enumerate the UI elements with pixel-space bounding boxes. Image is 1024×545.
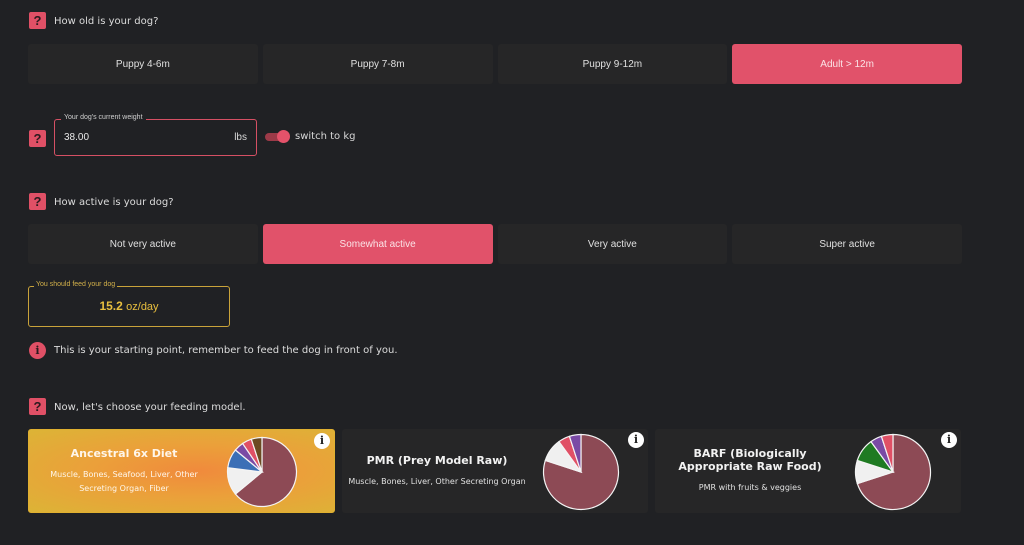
- age-option-puppy-7-8m[interactable]: Puppy 7-8m: [262, 44, 493, 84]
- model-card-barf[interactable]: BARF (Biologically Appropriate Raw Food)…: [655, 429, 961, 513]
- help-icon[interactable]: ?: [29, 130, 46, 147]
- activity-question: How active is your dog?: [54, 197, 174, 208]
- card-description: Muscle, Bones, Seafood, Liver, Other Sec…: [50, 469, 198, 493]
- info-icon: i: [29, 342, 46, 359]
- activity-option-super-active[interactable]: Super active: [732, 224, 962, 264]
- age-question: How old is your dog?: [54, 16, 159, 27]
- card-description: PMR with fruits & veggies: [698, 483, 802, 492]
- info-icon[interactable]: i: [314, 433, 330, 449]
- help-icon[interactable]: ?: [29, 193, 46, 210]
- age-option-adult[interactable]: Adult > 12m: [732, 44, 962, 84]
- feed-amount-value: 15.2: [99, 299, 123, 313]
- feed-amount: 15.2 oz/day: [29, 299, 229, 313]
- card-description: Muscle, Bones, Liver, Other Secreting Or…: [348, 476, 526, 486]
- weight-unit: lbs: [234, 132, 247, 143]
- weight-field[interactable]: Your dog's current weight 38.00 lbs: [54, 114, 257, 156]
- card-title: PMR (Prey Model Raw): [366, 453, 508, 467]
- age-option-puppy-4-6m[interactable]: Puppy 4-6m: [28, 44, 258, 84]
- activity-option-somewhat-active[interactable]: Somewhat active: [262, 224, 493, 264]
- feed-note: This is your starting point, remember to…: [54, 345, 398, 356]
- info-icon[interactable]: i: [941, 432, 957, 448]
- pie-chart: [226, 436, 298, 508]
- feed-amount-label: You should feed your dog: [34, 281, 118, 288]
- card-title: Ancestral 6x Diet: [70, 446, 178, 460]
- age-options: Puppy 4-6m Puppy 7-8m Puppy 9-12m Adult …: [28, 44, 962, 84]
- feed-amount-box: You should feed your dog 15.2 oz/day: [28, 281, 230, 327]
- unit-toggle[interactable]: [265, 130, 290, 143]
- help-icon[interactable]: ?: [29, 398, 46, 415]
- activity-option-not-very-active[interactable]: Not very active: [28, 224, 258, 264]
- model-card-ancestral[interactable]: Ancestral 6x Diet Muscle, Bones, Seafood…: [28, 429, 335, 513]
- weight-input[interactable]: 38.00: [64, 132, 89, 143]
- unit-toggle-label: switch to kg: [295, 131, 356, 142]
- pie-chart: [854, 433, 932, 511]
- weight-field-label: Your dog's current weight: [61, 114, 146, 121]
- card-title: BARF (Biologically Appropriate Raw Food): [678, 447, 822, 473]
- feed-amount-unit: oz/day: [126, 301, 159, 313]
- activity-option-very-active[interactable]: Very active: [497, 224, 728, 264]
- model-card-pmr[interactable]: PMR (Prey Model Raw) Muscle, Bones, Live…: [342, 429, 648, 513]
- help-icon[interactable]: ?: [29, 12, 46, 29]
- info-icon[interactable]: i: [628, 432, 644, 448]
- activity-options: Not very active Somewhat active Very act…: [28, 224, 962, 264]
- model-question: Now, let's choose your feeding model.: [54, 402, 246, 413]
- pie-chart: [542, 433, 620, 511]
- age-option-puppy-9-12m[interactable]: Puppy 9-12m: [497, 44, 728, 84]
- toggle-thumb[interactable]: [277, 130, 290, 143]
